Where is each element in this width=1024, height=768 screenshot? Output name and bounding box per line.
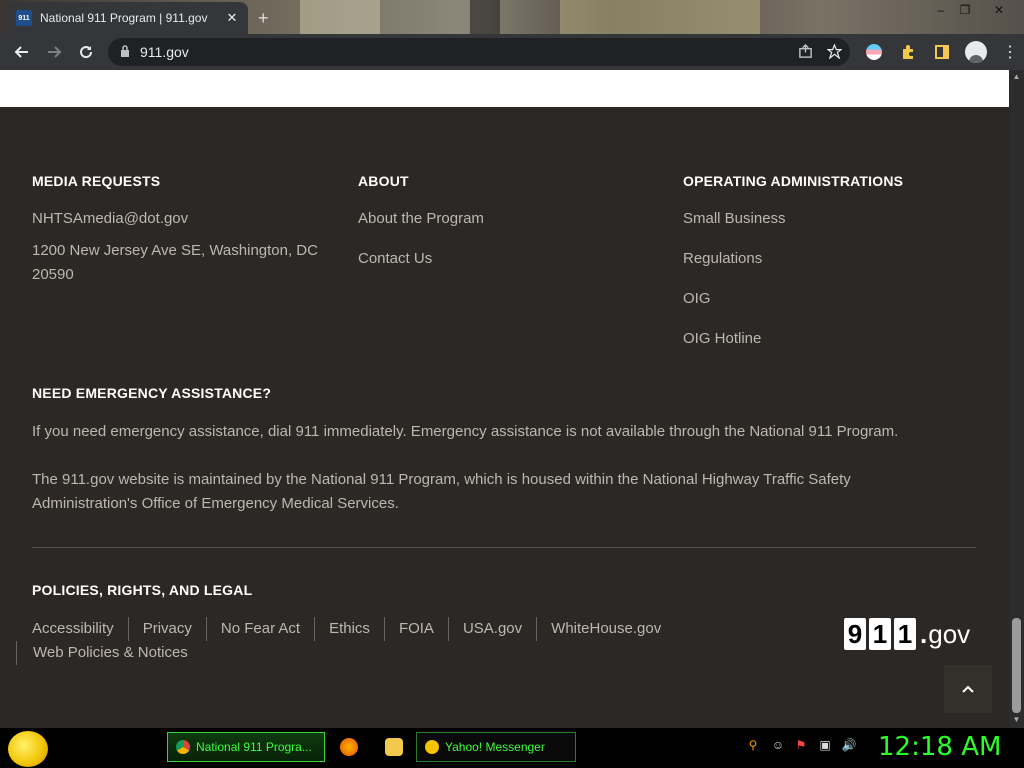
browser-tab[interactable]: 911 National 911 Program | 911.gov ✕ [8,2,248,34]
taskbar-item-chrome[interactable]: National 911 Progra... [167,732,325,762]
contact-us-link[interactable]: Contact Us [358,250,432,267]
no-fear-act-link[interactable]: No Fear Act [205,617,314,641]
ethics-link[interactable]: Ethics [314,617,384,641]
legal-heading: POLICIES, RIGHTS, AND LEGAL [32,582,253,598]
media-requests-heading: MEDIA REQUESTS [32,173,161,189]
web-policies-link[interactable]: Web Policies & Notices [16,641,202,665]
taskbar-item-label: National 911 Progra... [196,740,312,754]
page-scrollbar[interactable]: ▲ ▼ [1009,70,1024,728]
media-address: 1200 New Jersey Ave SE, Washington, DC 2… [32,242,318,283]
folder-icon[interactable] [385,738,403,756]
bookmark-star-icon[interactable] [826,43,843,62]
emergency-text: If you need emergency assistance, dial 9… [32,423,899,440]
back-icon[interactable] [6,36,38,68]
operating-admin-heading: OPERATING ADMINISTRATIONS [683,173,904,189]
logo-digit: 9 [844,618,866,650]
page-content-bottom [0,70,1009,107]
wallpaper-streak [300,0,380,34]
whitehouse-gov-link[interactable]: WhiteHouse.gov [536,617,675,641]
small-business-link[interactable]: Small Business [683,210,786,227]
browser-toolbar: 911.gov ⋮ [0,34,1024,70]
reload-icon[interactable] [70,36,102,68]
firefox-icon[interactable] [340,738,358,756]
taskbar-clock[interactable]: 12:18 AM [878,732,1001,762]
privacy-link[interactable]: Privacy [127,617,206,641]
wallpaper-streak [470,0,500,34]
profile-avatar-icon[interactable] [962,38,990,66]
scroll-down-icon[interactable]: ▼ [1012,715,1021,725]
oig-link[interactable]: OIG [683,290,711,307]
accessibility-link[interactable]: Accessibility [32,617,128,641]
side-panel-icon[interactable] [928,38,956,66]
messenger-tray-icon[interactable]: ☺ [770,738,786,754]
start-smiley-icon[interactable] [8,731,48,767]
oig-hotline-link[interactable]: OIG Hotline [683,330,761,347]
wallpaper-streak [560,0,760,34]
about-heading: ABOUT [358,173,409,189]
search-icon[interactable]: ⚲ [745,738,761,754]
logo-gov: gov [928,618,971,649]
network-icon[interactable]: ▣ [817,738,833,754]
about-program-link[interactable]: About the Program [358,210,484,227]
address-bar[interactable]: 911.gov [108,38,850,66]
legal-links: Accessibility Privacy No Fear Act Ethics FOI… [16,617,732,665]
regulations-link[interactable]: Regulations [683,250,762,267]
menu-kebab-icon[interactable]: ⋮ [996,38,1024,66]
usa-gov-link[interactable]: USA.gov [447,617,536,641]
site-favicon-icon: 911 [16,10,32,26]
scroll-thumb[interactable] [1012,618,1021,713]
back-to-top-button[interactable] [944,665,992,713]
new-tab-icon[interactable]: + [258,8,269,29]
action-center-flag-icon[interactable]: ⚑ [793,738,809,754]
chevron-up-icon [962,685,974,693]
taskbar-item-label: Yahoo! Messenger [445,740,545,754]
logo-digit: 1 [869,618,891,650]
chrome-icon [176,740,190,754]
foia-link[interactable]: FOIA [383,617,448,641]
volume-icon[interactable]: 🔊 [841,738,857,754]
flag-extension-icon[interactable] [860,38,888,66]
close-tab-icon[interactable]: ✕ [224,10,240,26]
yahoo-messenger-icon [425,740,439,754]
media-email-link[interactable]: NHTSAmedia@dot.gov [32,210,188,227]
taskbar: National 911 Progra... Yahoo! Messenger … [0,728,1024,768]
tab-title: National 911 Program | 911.gov [40,11,208,25]
site-footer: MEDIA REQUESTS NHTSAmedia@dot.gov 1200 N… [0,107,1009,728]
emergency-heading: NEED EMERGENCY ASSISTANCE? [32,385,272,401]
maximize-icon[interactable]: ❐ [950,0,980,22]
page-viewport: MEDIA REQUESTS NHTSAmedia@dot.gov 1200 N… [0,70,1009,728]
maintained-by-text: The 911.gov website is maintained by the… [32,471,851,512]
logo-digit: 1 [894,618,916,650]
footer-divider [32,547,976,548]
browser-tab-strip: 911 National 911 Program | 911.gov ✕ + –… [0,0,1024,34]
extensions-puzzle-icon[interactable] [894,38,922,66]
forward-icon[interactable] [38,36,70,68]
911-gov-logo[interactable]: 9 1 1 . gov [844,618,970,650]
lock-icon [120,44,130,60]
share-icon[interactable] [798,43,813,62]
taskbar-item-yahoo-messenger[interactable]: Yahoo! Messenger [416,732,576,762]
close-window-icon[interactable]: ✕ [984,0,1014,22]
address-text: 911.gov [140,44,189,60]
scroll-up-icon[interactable]: ▲ [1012,72,1021,82]
logo-dot: . [920,618,928,649]
